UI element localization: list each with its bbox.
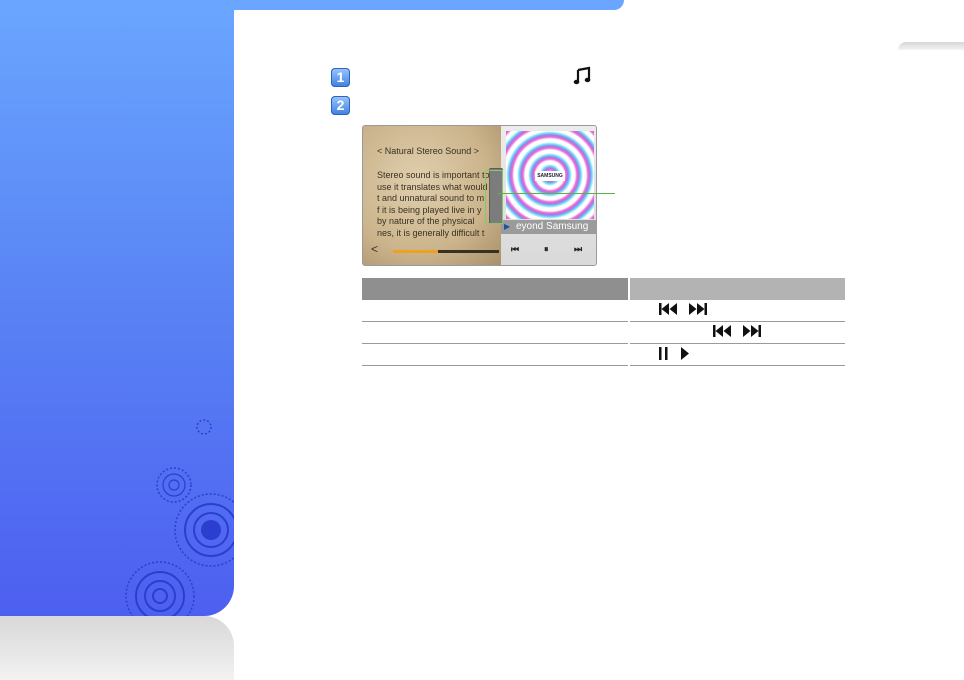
track-info-bar: ▶ eyond Samsung: [501, 220, 596, 234]
step-2-badge: 2: [331, 96, 350, 115]
pause-icon[interactable]: ⏸: [544, 244, 549, 255]
table-cell: [628, 343, 845, 366]
table-header: [362, 278, 845, 300]
table-header-function: [362, 278, 629, 300]
music-note-icon: [573, 66, 591, 85]
reader-line: use it translates what would: [377, 181, 488, 192]
table-header-action: [628, 278, 845, 300]
table-cell: [628, 321, 845, 344]
icon-group: [658, 346, 690, 360]
skip-forward-icon: [689, 303, 707, 315]
prev-track-icon[interactable]: ⏮: [511, 244, 519, 255]
reader-line: f it is being played live in y: [377, 204, 482, 215]
table-row: [362, 300, 845, 322]
skip-forward-icon: [743, 325, 761, 337]
content-corner: [234, 10, 294, 70]
step-1-badge: 1: [331, 68, 350, 87]
table-cell: [362, 321, 629, 344]
album-art: SAMSUNG: [506, 131, 594, 219]
play-indicator-icon: ▶: [504, 222, 511, 231]
reader-title: < Natural Stereo Sound >: [377, 146, 480, 156]
track-name: eyond Samsung: [516, 221, 589, 232]
reader-line: t and unnatural sound to m: [377, 193, 485, 203]
pause-icon: [659, 346, 668, 360]
play-icon: [681, 346, 689, 360]
callout-line: [498, 193, 615, 194]
reader-line: by nature of the physical: [377, 216, 475, 226]
table-row: [362, 343, 845, 366]
right-edge-tab: [898, 42, 964, 50]
table-cell: [628, 300, 845, 322]
controls-table: [362, 278, 845, 366]
reader-line: Stereo sound is important to: [377, 170, 490, 180]
reading-progress-fill: [393, 250, 438, 253]
album-logo: SAMSUNG: [535, 171, 565, 181]
skip-back-icon: [713, 325, 731, 337]
handle-highlight: [485, 170, 503, 224]
back-arrow[interactable]: <: [371, 242, 378, 256]
device-screenshot: < Natural Stereo Sound > Stereo sound is…: [362, 125, 597, 266]
next-track-icon[interactable]: ⏭: [574, 244, 582, 255]
bottom-left-panel: [0, 616, 234, 680]
table-row: [362, 321, 845, 344]
reader-text: Stereo sound is important to use it tran…: [377, 170, 501, 239]
reader-line: nes, it is generally difficult t: [377, 227, 485, 238]
sidebar-decoration: [0, 0, 234, 616]
skip-back-icon: [659, 303, 677, 315]
table-cell: [362, 300, 629, 322]
music-player-pane: SAMSUNG ▶ eyond Samsung ⏮ ⏸ ⏭: [501, 126, 596, 265]
icon-group: [658, 303, 708, 315]
text-reader-pane: < Natural Stereo Sound > Stereo sound is…: [363, 126, 501, 265]
decorative-circles: [125, 419, 234, 616]
icon-group: [712, 325, 762, 337]
table-cell: [362, 343, 629, 366]
reading-progress-bar[interactable]: [393, 250, 499, 253]
